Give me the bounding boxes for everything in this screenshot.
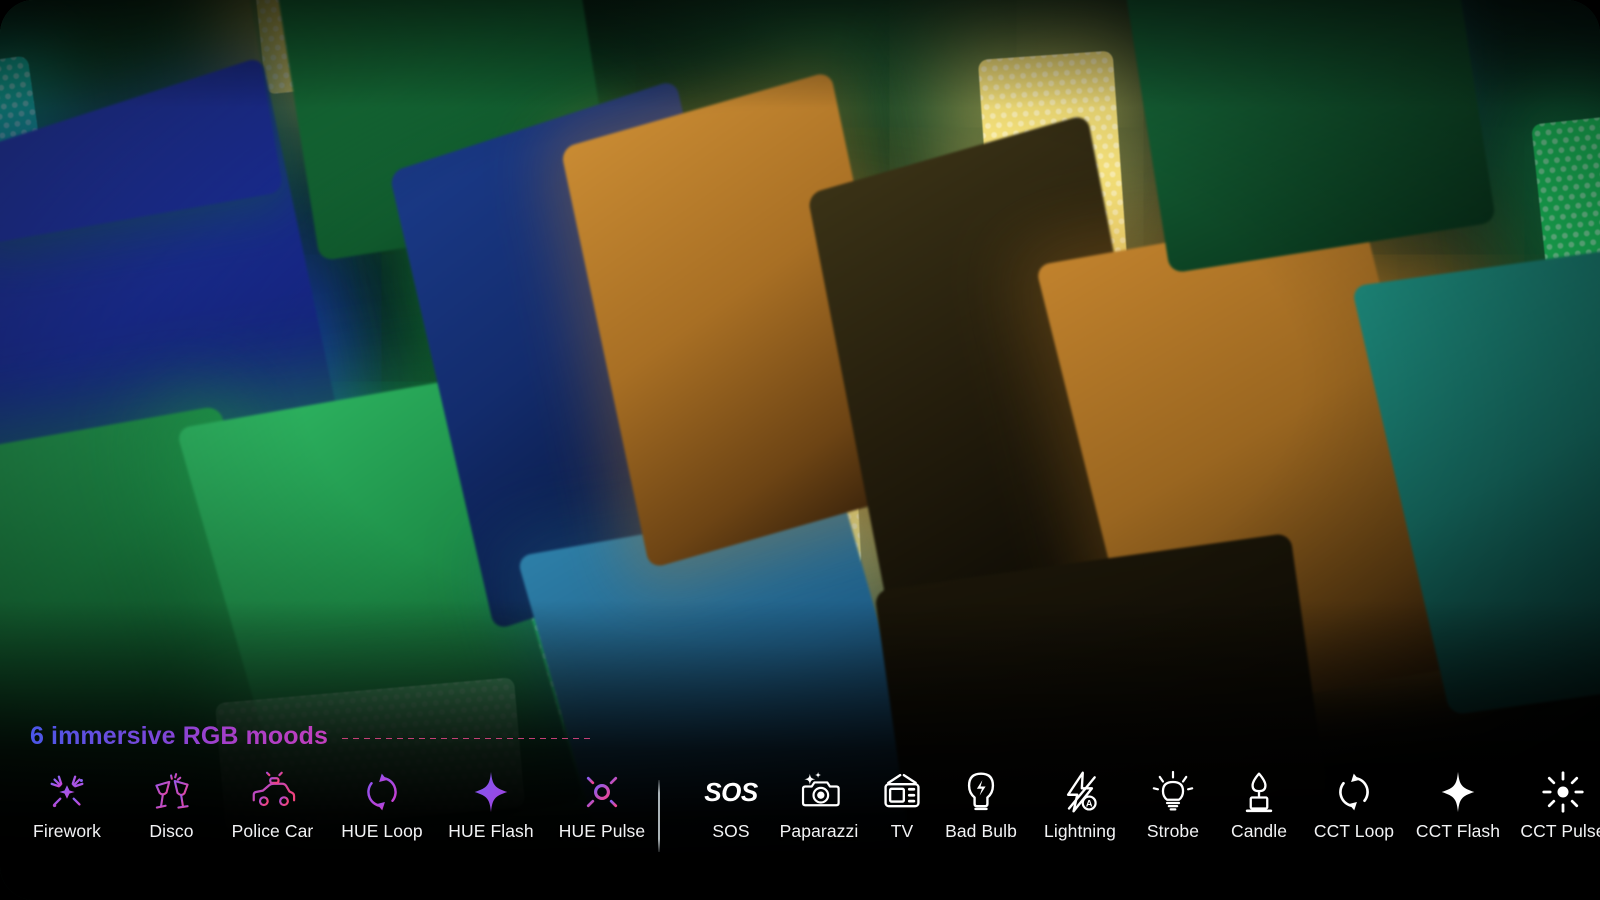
effect-item-hue-flash[interactable]: HUE Flash (436, 766, 546, 842)
cct-pulse-icon (1535, 766, 1591, 818)
effect-label: CCT Loop (1314, 821, 1394, 842)
effect-label: HUE Flash (448, 821, 534, 842)
hue-pulse-icon (574, 766, 630, 818)
police-car-icon (245, 766, 301, 818)
candle-icon (1231, 766, 1287, 818)
effects-bar: Firework (0, 766, 1600, 876)
effect-item-cct-flash[interactable]: CCT Flash (1406, 766, 1510, 842)
disco-icon (144, 766, 200, 818)
effect-label: Police Car (232, 821, 314, 842)
effect-item-disco[interactable]: Disco (126, 766, 217, 842)
effect-label: Strobe (1147, 821, 1199, 842)
effect-label: Lightning (1044, 821, 1116, 842)
cct-effects-group: SOS SOS Paparazzi (660, 766, 1600, 842)
hue-flash-icon (463, 766, 519, 818)
bad-bulb-icon (953, 766, 1009, 818)
effect-label: CCT Pulse (1520, 821, 1600, 842)
effect-item-sos[interactable]: SOS SOS (696, 766, 766, 842)
effect-item-strobe[interactable]: Strobe (1130, 766, 1216, 842)
firework-icon (39, 766, 95, 818)
tv-icon (874, 766, 930, 818)
effect-item-hue-loop[interactable]: HUE Loop (328, 766, 436, 842)
effect-item-tv[interactable]: TV (872, 766, 932, 842)
lightning-icon: A (1052, 766, 1108, 818)
effect-label: HUE Pulse (559, 821, 646, 842)
effect-item-firework[interactable]: Firework (8, 766, 126, 842)
effect-item-cct-pulse[interactable]: CCT Pulse (1510, 766, 1600, 842)
effect-label: HUE Loop (341, 821, 423, 842)
effect-label: Disco (149, 821, 193, 842)
cct-loop-icon (1326, 766, 1382, 818)
effect-label: Candle (1231, 821, 1287, 842)
paparazzi-icon (791, 766, 847, 818)
effect-label: Firework (33, 821, 101, 842)
sos-icon: SOS (703, 766, 759, 818)
page-title: 6 immersive RGB moods (30, 722, 328, 751)
effect-item-police-car[interactable]: Police Car (217, 766, 328, 842)
effect-item-hue-pulse[interactable]: HUE Pulse (546, 766, 658, 842)
hue-loop-icon (354, 766, 410, 818)
cct-flash-icon (1430, 766, 1486, 818)
effect-label: TV (891, 821, 914, 842)
effect-item-bad-bulb[interactable]: Bad Bulb (932, 766, 1030, 842)
strobe-icon (1145, 766, 1201, 818)
rgb-moods-group: Firework (0, 766, 658, 842)
promo-banner: 6 immersive RGB moods (0, 0, 1600, 900)
effect-label: CCT Flash (1416, 821, 1500, 842)
effect-item-paparazzi[interactable]: Paparazzi (766, 766, 872, 842)
caption-dashed-rule (342, 738, 590, 739)
effect-label: Paparazzi (780, 821, 859, 842)
effect-label: Bad Bulb (945, 821, 1017, 842)
svg-text:A: A (1086, 799, 1093, 809)
led-panel-photo (0, 0, 1600, 900)
caption: 6 immersive RGB moods (30, 722, 590, 751)
effect-item-candle[interactable]: Candle (1216, 766, 1302, 842)
effect-item-lightning[interactable]: A Lightning (1030, 766, 1130, 842)
sos-glyph: SOS (704, 777, 757, 808)
effect-item-cct-loop[interactable]: CCT Loop (1302, 766, 1406, 842)
effect-label: SOS (712, 821, 749, 842)
